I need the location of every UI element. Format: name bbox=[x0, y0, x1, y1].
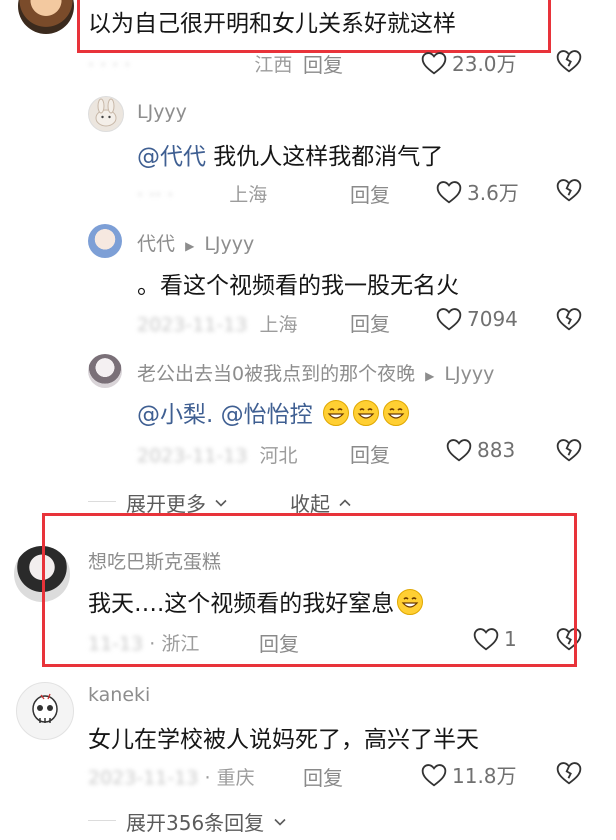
reply-button[interactable]: 回复 bbox=[303, 49, 343, 78]
comment-date: · · · · bbox=[88, 54, 131, 76]
avatar[interactable] bbox=[88, 96, 124, 132]
comment-meta: 2023-11-13 河北 bbox=[137, 441, 297, 468]
comment-meta: 2023-11-13 · 重庆 bbox=[88, 767, 255, 789]
chevron-down-icon bbox=[215, 499, 227, 507]
mention-link[interactable]: @小梨. @怡怡控 bbox=[137, 402, 313, 428]
chevron-down-icon bbox=[273, 818, 286, 826]
reply-arrow-icon: ▶ bbox=[425, 369, 435, 383]
skull-icon bbox=[32, 693, 58, 723]
like-count: 883 bbox=[477, 437, 516, 462]
comment-date: · ·· · bbox=[137, 184, 174, 206]
like-button[interactable]: 11.8万 bbox=[420, 760, 517, 789]
heart-icon bbox=[436, 181, 462, 204]
like-button[interactable]: 3.6万 bbox=[435, 177, 519, 206]
heart-icon bbox=[421, 52, 447, 75]
like-count: 7094 bbox=[467, 306, 518, 331]
like-button[interactable]: 883 bbox=[445, 437, 515, 462]
reply-button[interactable]: 回复 bbox=[350, 308, 390, 337]
comment-meta: · ·· · 上海 bbox=[137, 180, 267, 207]
heart-icon bbox=[436, 308, 462, 331]
comment-text-body: 我仇人这样我都消气了 bbox=[206, 144, 444, 170]
comment-location: 上海 bbox=[229, 184, 268, 206]
dislike-icon[interactable] bbox=[555, 306, 583, 331]
like-count: 11.8万 bbox=[452, 764, 517, 788]
like-button[interactable]: 23.0万 bbox=[420, 48, 517, 77]
avatar[interactable] bbox=[18, 0, 74, 34]
comment-location: 重庆 bbox=[216, 767, 255, 789]
avatar[interactable] bbox=[88, 224, 122, 258]
comment-text: 女儿在学校被人说妈死了，高兴了半天 bbox=[88, 727, 479, 753]
comment-meta: 2023-11-13 上海 bbox=[137, 310, 297, 337]
comment-text: @小梨. @怡怡控 bbox=[137, 395, 410, 429]
grin-emoji-icon bbox=[322, 400, 349, 426]
dislike-icon[interactable] bbox=[555, 760, 583, 785]
comment-author[interactable]: kaneki bbox=[88, 684, 150, 706]
highlight-box bbox=[77, 0, 551, 53]
like-button[interactable]: 7094 bbox=[435, 306, 518, 331]
comment-author: 老公出去当0被我点到的那个夜晚 ▶ LJyyy bbox=[137, 359, 494, 386]
comment-author[interactable]: LJyyy bbox=[137, 101, 187, 123]
expand-replies-label: 展开356条回复 bbox=[126, 811, 265, 835]
divider bbox=[88, 501, 116, 502]
heart-icon bbox=[446, 439, 472, 462]
grin-emoji-icon bbox=[382, 400, 409, 426]
comment-location: 河北 bbox=[259, 445, 298, 467]
comment-author: 代代 ▶ LJyyy bbox=[137, 229, 254, 256]
avatar[interactable] bbox=[16, 682, 74, 740]
reply-button[interactable]: 回复 bbox=[350, 179, 390, 208]
comment-location: 上海 bbox=[259, 314, 298, 336]
like-count: 3.6万 bbox=[467, 181, 519, 205]
reply-arrow-icon: ▶ bbox=[185, 239, 195, 253]
comment-meta: · · · · 江西 bbox=[88, 50, 292, 77]
reply-to-name[interactable]: LJyyy bbox=[444, 363, 494, 385]
comment-text: 。看这个视频看的我一股无名火 bbox=[137, 273, 459, 299]
bunny-icon bbox=[95, 98, 117, 127]
reply-to-name[interactable]: LJyyy bbox=[204, 233, 254, 255]
avatar[interactable] bbox=[88, 354, 122, 388]
dislike-icon[interactable] bbox=[555, 48, 583, 73]
dislike-icon[interactable] bbox=[555, 177, 583, 202]
reply-button[interactable]: 回复 bbox=[350, 439, 390, 468]
comment-text: @代代 我仇人这样我都消气了 bbox=[137, 137, 443, 171]
divider bbox=[88, 820, 116, 821]
comment-date: 2023-11-13 bbox=[88, 767, 199, 789]
highlight-box bbox=[42, 513, 577, 667]
mention-link[interactable]: @代代 bbox=[137, 144, 206, 170]
author-name[interactable]: 代代 bbox=[137, 233, 175, 255]
author-name[interactable]: 老公出去当0被我点到的那个夜晚 bbox=[137, 363, 415, 385]
dislike-icon[interactable] bbox=[555, 437, 583, 462]
comment-location: 江西 bbox=[254, 54, 293, 76]
expand-replies-button[interactable]: 展开356条回复 bbox=[126, 807, 286, 836]
comment-date: 2023-11-13 bbox=[137, 314, 248, 336]
chevron-up-icon bbox=[339, 499, 351, 507]
comment-date: 2023-11-13 bbox=[137, 445, 248, 467]
reply-button[interactable]: 回复 bbox=[303, 762, 343, 791]
grin-emoji-icon bbox=[352, 400, 379, 426]
heart-icon bbox=[421, 764, 447, 787]
like-count: 23.0万 bbox=[452, 52, 517, 76]
